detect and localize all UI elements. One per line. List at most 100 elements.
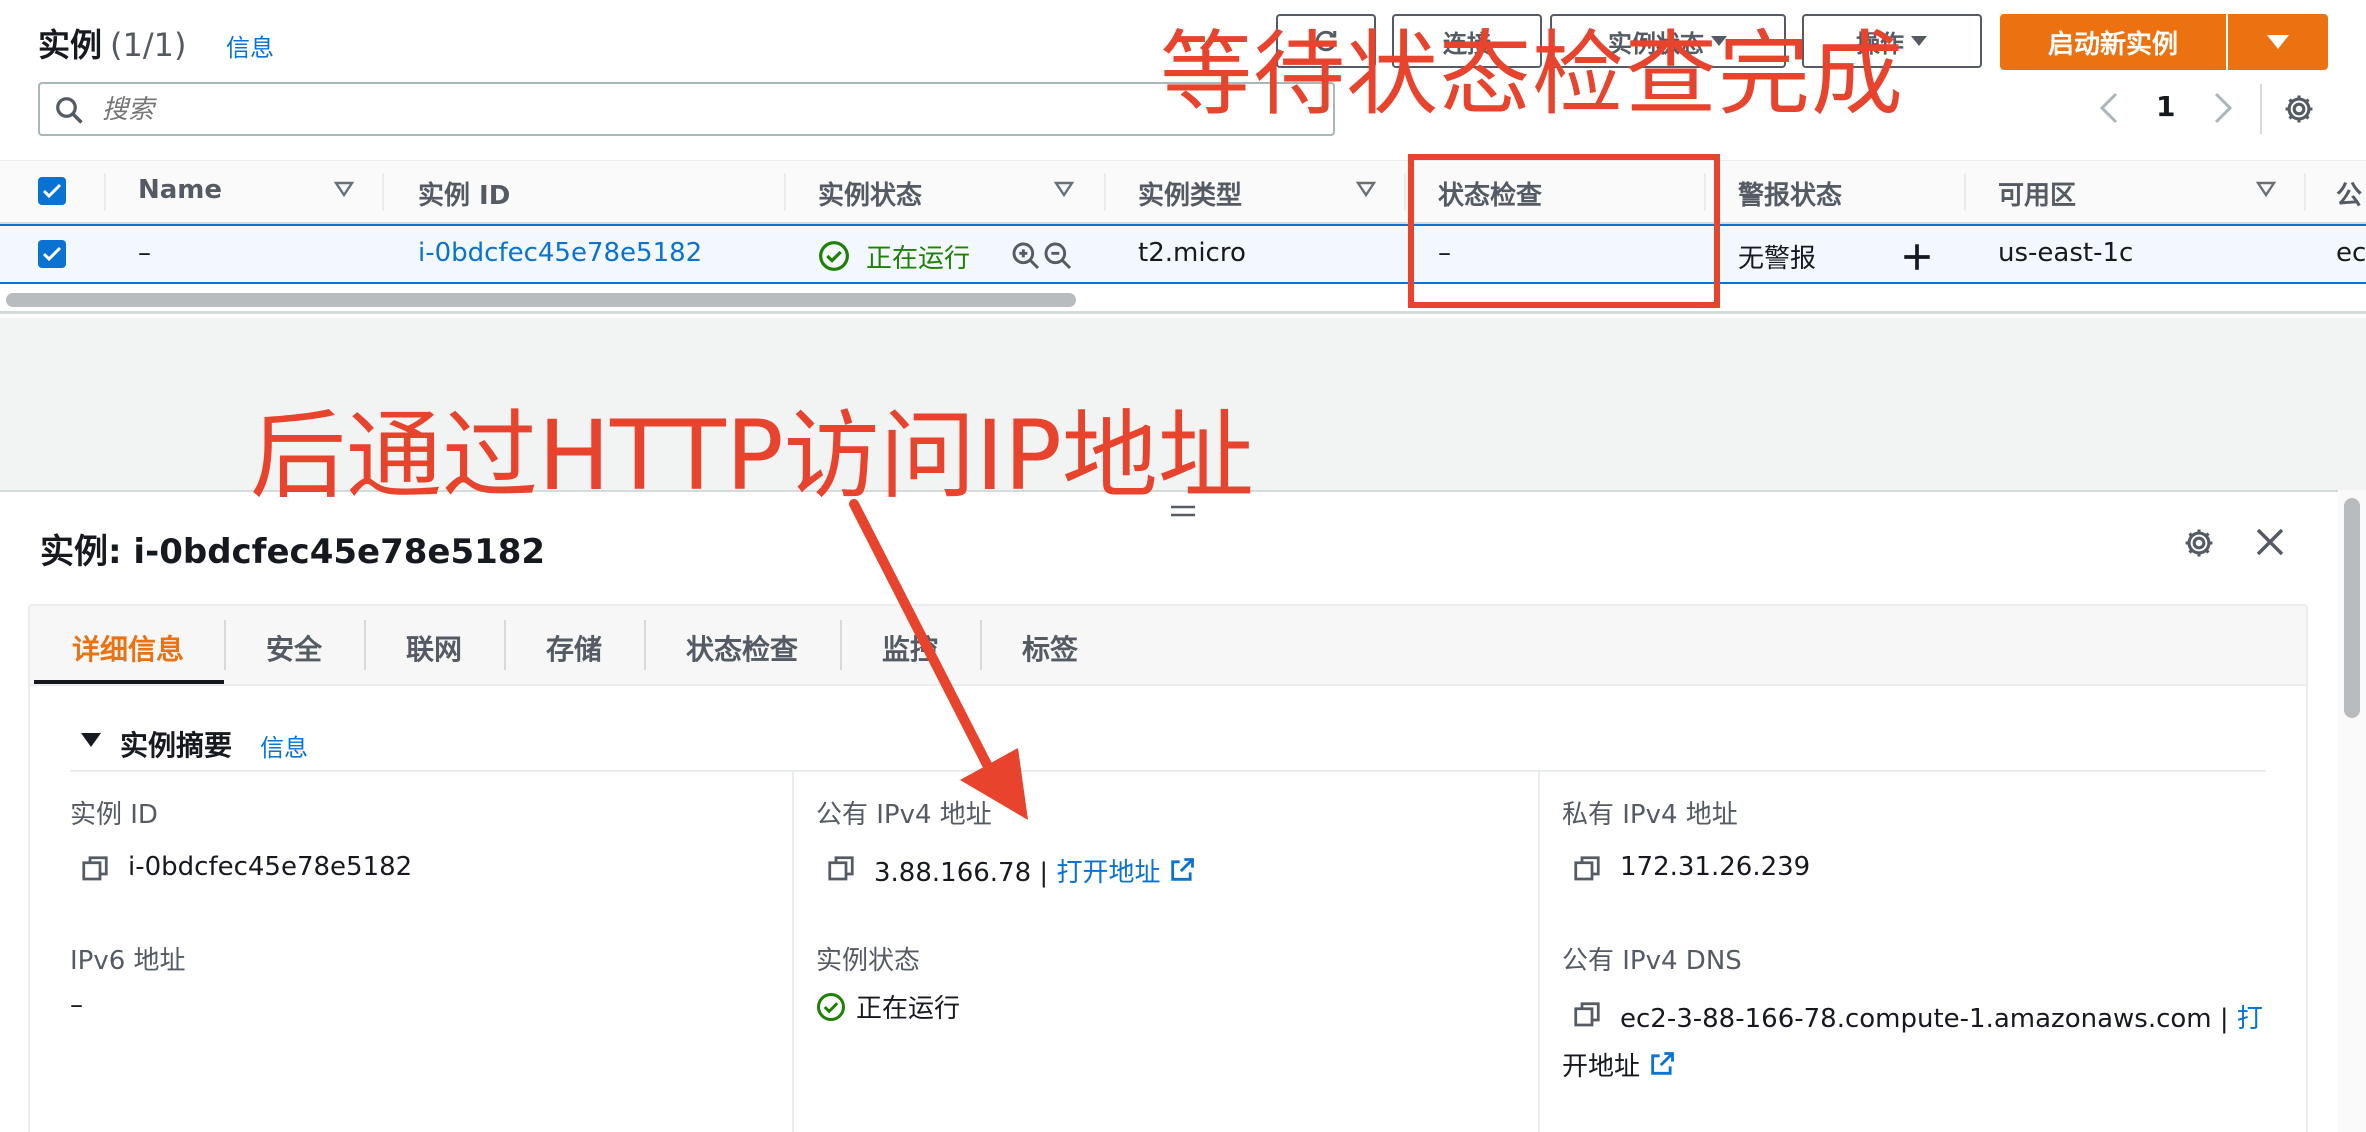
instance-id-label: 实例 ID [70,800,158,830]
section-info-link[interactable]: 信息 [260,728,308,763]
copy-icon[interactable] [1572,854,1602,884]
caret-down-icon[interactable] [80,732,102,748]
copy-icon[interactable] [1572,1000,1602,1030]
search-box[interactable] [38,82,1335,136]
launch-instance-dropdown[interactable] [2228,14,2328,70]
active-tab-indicator [34,680,224,684]
row-availability-zone: us-east-1c [1998,238,2134,268]
divider [2260,84,2262,134]
open-address-link[interactable]: 打开地址 [1056,858,1196,888]
search-input[interactable] [102,92,1302,128]
tab-storage[interactable]: 存储 [546,628,602,668]
status-ok-icon [817,993,845,1021]
row-name: – [138,238,151,268]
row-public: ec [2336,238,2366,268]
page-title: 实例 (1/1) [38,20,186,66]
sort-icon[interactable] [1356,181,1376,197]
tab-status-checks[interactable]: 状态检查 [686,628,798,668]
annotation-text-top: 等待状态检查完成 [1160,21,1905,128]
section-divider [70,770,2266,772]
instance-state-label: 实例状态 [816,946,921,976]
detail-title: 实例: i-0bdcfec45e78e5182 [40,532,546,572]
chevron-right-icon[interactable] [2208,90,2236,126]
page-title-text: 实例 [38,26,103,64]
zoom-in-icon[interactable] [1010,240,1042,272]
column-divider [1964,173,1966,211]
col-instance-id[interactable]: 实例 ID [418,175,510,212]
check-icon [42,183,62,199]
tab-divider [224,620,226,670]
tab-details[interactable]: 详细信息 [72,628,184,668]
check-icon [42,246,62,262]
row-state: 正在运行 [866,244,971,274]
column-divider [784,173,786,211]
zoom-out-icon[interactable] [1042,240,1074,272]
section-title[interactable]: 实例摘要 [120,724,232,764]
col-instance-type[interactable]: 实例类型 [1138,175,1242,212]
column-divider [1404,173,1406,211]
page-number[interactable]: 1 [2156,90,2175,123]
open-dns-link-start[interactable]: 打 [2237,1004,2263,1034]
tab-divider [364,620,366,670]
instance-id-value: i-0bdcfec45e78e5182 [128,852,413,882]
col-availability-zone[interactable]: 可用区 [1998,175,2076,212]
col-alarm-status[interactable]: 警报状态 [1738,175,1842,212]
horizontal-scrollbar-thumb[interactable] [6,293,1076,307]
separator: | [1039,858,1049,888]
private-ipv4-label: 私有 IPv4 地址 [1562,800,1738,830]
column-divider [792,772,794,1132]
public-ipv4-value: 3.88.166.78 | 打开地址 [874,852,1196,889]
column-divider [2304,173,2306,211]
caret-down-icon [1911,36,1927,46]
col-public[interactable]: 公 [2336,175,2362,212]
ipv6-label: IPv6 地址 [70,946,186,976]
status-ok-icon [819,241,849,271]
caret-down-icon [2267,35,2289,49]
settings-icon[interactable] [2282,92,2316,126]
open-dns-link[interactable]: 开地址 [1562,1046,1676,1083]
select-all-checkbox[interactable] [38,177,66,205]
table-row[interactable]: – i-0bdcfec45e78e5182 正在运行 t2.micro – 无警… [0,224,2366,284]
tab-networking[interactable]: 联网 [406,628,462,668]
close-icon[interactable] [2254,526,2286,558]
tab-divider [504,620,506,670]
open-address-label: 打开地址 [1056,858,1161,888]
tab-bar: 详细信息 安全 联网 存储 状态检查 监控 标签 [30,606,2306,686]
launch-instance-button[interactable]: 启动新实例 [2000,14,2226,70]
public-dns-value: ec2-3-88-166-78.compute-1.amazonaws.com … [1620,998,2263,1035]
col-name[interactable]: Name [138,175,222,205]
search-icon [56,97,83,124]
settings-icon[interactable] [2182,526,2216,560]
ipv6-value: – [70,990,83,1020]
add-alarm-icon[interactable] [1900,240,1934,274]
row-instance-id-link[interactable]: i-0bdcfec45e78e5182 [418,238,702,268]
annotation-arrow-icon [849,499,1028,820]
annotation-text-middle: 后通过HTTP访问IP地址 [250,400,1254,512]
public-dns-text: ec2-3-88-166-78.compute-1.amazonaws.com [1620,1004,2212,1034]
tab-security[interactable]: 安全 [266,628,322,668]
sort-icon[interactable] [1054,181,1074,197]
sort-icon[interactable] [334,181,354,197]
sort-icon[interactable] [2256,181,2276,197]
annotation-highlight-box [1408,154,1720,308]
external-link-icon [1171,858,1195,881]
instance-count: (1/1) [110,26,187,64]
private-ipv4-value: 172.31.26.239 [1620,852,1811,882]
column-divider [1538,772,1540,1132]
row-checkbox[interactable] [38,240,66,268]
vertical-scrollbar-thumb[interactable] [2344,498,2360,718]
column-divider [1104,173,1106,211]
row-instance-type: t2.micro [1138,238,1246,268]
column-divider [382,173,384,211]
header-info-link[interactable]: 信息 [226,28,274,63]
separator: | [2219,1004,2229,1034]
chevron-left-icon[interactable] [2096,90,2124,126]
row-alarm-status: 无警报 [1738,244,1817,274]
copy-icon[interactable] [826,854,856,884]
open-dns-link-label: 开地址 [1562,1052,1641,1082]
col-instance-state[interactable]: 实例状态 [818,175,922,212]
instance-state-value: 正在运行 [856,994,961,1024]
column-divider [104,173,106,211]
copy-icon[interactable] [80,854,110,884]
external-link-icon [1651,1052,1674,1075]
